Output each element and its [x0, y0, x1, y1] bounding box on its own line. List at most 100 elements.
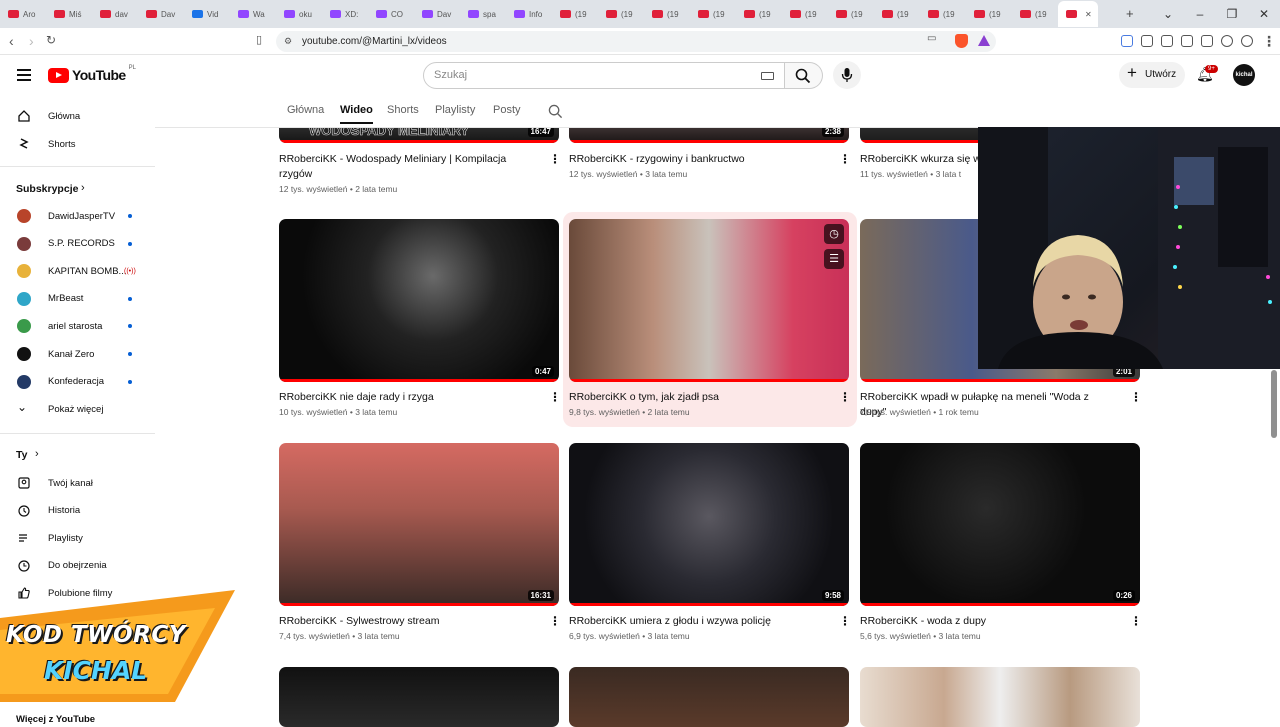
video-title[interactable]: RRoberciKK - woda z dupy — [860, 614, 1115, 629]
hamburger-menu-icon[interactable] — [17, 69, 31, 81]
sidebar-item-home[interactable]: Główna — [0, 103, 155, 129]
more-actions-icon[interactable]: ⋮ — [839, 615, 851, 627]
video-thumbnail[interactable]: 9:58 — [569, 443, 849, 606]
browser-tab[interactable]: (19 — [1012, 1, 1058, 27]
tab-playlists[interactable]: Playlisty — [435, 104, 475, 116]
sidebar-item-history[interactable]: Historia — [0, 498, 155, 524]
browser-tab[interactable]: (19 — [552, 1, 598, 27]
search-input[interactable]: Szukaj — [423, 62, 785, 89]
video-title[interactable]: RRoberciKK - Wodospady Meliniary | Kompi… — [279, 152, 534, 182]
video-thumbnail[interactable] — [860, 667, 1140, 727]
youtube-logo[interactable]: YouTube PL — [48, 65, 136, 83]
subscription-item[interactable]: Kanał Zero — [0, 341, 155, 367]
more-actions-icon[interactable]: ⋮ — [549, 391, 561, 403]
video-title[interactable]: RRoberciKK umiera z głodu i wzywa policj… — [569, 614, 824, 629]
video-title[interactable]: RRoberciKK o tym, jak zjadł psa — [569, 390, 824, 405]
chevron-right-icon[interactable]: › — [35, 448, 39, 460]
video-thumbnail[interactable]: ◷ ☰ — [569, 219, 849, 382]
tab-search-icon[interactable]: ⌄ — [1152, 7, 1184, 21]
browser-tab[interactable]: Aro — [0, 1, 46, 27]
back-icon[interactable]: ‹ — [9, 33, 14, 49]
show-more-button[interactable]: ⌄ Pokaż więcej — [0, 396, 155, 422]
you-heading[interactable]: Ty — [16, 449, 27, 461]
tab-videos[interactable]: Wideo — [340, 104, 373, 124]
browser-tab[interactable]: (19 — [874, 1, 920, 27]
subscription-item[interactable]: Konfederacja — [0, 369, 155, 395]
sidebar-item-channel[interactable]: Twój kanał — [0, 470, 155, 496]
chevron-right-icon[interactable]: › — [81, 182, 85, 194]
menu-icon[interactable]: ⋮ — [1262, 33, 1276, 50]
browser-tab[interactable]: Dav — [414, 1, 460, 27]
brave-shield-icon[interactable] — [955, 34, 968, 48]
video-thumbnail[interactable]: 0:26 — [860, 443, 1140, 606]
subscription-item[interactable]: S.P. RECORDS — [0, 231, 155, 257]
add-to-queue-icon[interactable]: ☰ — [824, 249, 844, 269]
media-icon[interactable] — [1161, 35, 1173, 47]
brave-rewards-icon[interactable] — [978, 35, 990, 46]
sidebar-item-watch-later[interactable]: Do obejrzenia — [0, 553, 155, 579]
restore-icon[interactable]: ❐ — [1216, 7, 1248, 21]
browser-tab[interactable]: (19 — [782, 1, 828, 27]
browser-tab[interactable]: dav — [92, 1, 138, 27]
leo-icon[interactable] — [1221, 35, 1233, 47]
browser-tab[interactable]: Dav — [138, 1, 184, 27]
video-thumbnail[interactable]: 16:47 WODOSPADY MELINIARY — [279, 128, 559, 143]
video-title[interactable]: RRoberciKK nie daje rady i rzyga — [279, 390, 534, 405]
more-actions-icon[interactable]: ⋮ — [549, 153, 561, 165]
cast-icon[interactable]: ▭ — [927, 33, 936, 44]
forward-icon[interactable]: › — [29, 33, 34, 49]
browser-tab[interactable]: XD: — [322, 1, 368, 27]
subscriptions-heading[interactable]: Subskrypcje — [16, 183, 78, 195]
browser-tab[interactable]: (19 — [828, 1, 874, 27]
keyboard-icon[interactable] — [761, 72, 774, 80]
more-actions-icon[interactable]: ⋮ — [839, 391, 851, 403]
video-title[interactable]: RRoberciKK - rzygowiny i bankructwo — [569, 152, 824, 167]
subscription-item[interactable]: KAPITAN BOMB... ((•)) — [0, 258, 155, 284]
address-bar[interactable]: ⚙ youtube.com/@Martini_lx/videos — [276, 31, 996, 52]
reload-icon[interactable]: ↻ — [46, 33, 56, 47]
channel-search-icon[interactable] — [548, 104, 563, 124]
video-thumbnail[interactable] — [569, 667, 849, 727]
voice-search-button[interactable] — [833, 61, 861, 89]
browser-tab[interactable]: ✕ — [1058, 1, 1098, 27]
close-window-icon[interactable]: ✕ — [1248, 7, 1280, 21]
account-avatar[interactable]: kichal — [1233, 64, 1255, 86]
browser-tab[interactable]: Info — [506, 1, 552, 27]
browser-tab[interactable]: CO — [368, 1, 414, 27]
video-thumbnail[interactable]: 16:31 — [279, 443, 559, 606]
browser-tab[interactable]: spa — [460, 1, 506, 27]
sidebar-item-playlist[interactable]: Playlisty — [0, 525, 155, 551]
translate-icon[interactable] — [1121, 35, 1133, 47]
page-scrollbar[interactable] — [1271, 370, 1277, 438]
more-actions-icon[interactable]: ⋮ — [839, 153, 851, 165]
video-thumbnail[interactable]: 0:47 — [279, 219, 559, 382]
browser-tab[interactable]: (19 — [966, 1, 1012, 27]
browser-tab[interactable]: (19 — [598, 1, 644, 27]
video-thumbnail[interactable]: 2:38 — [569, 128, 849, 143]
close-tab-icon[interactable]: ✕ — [1085, 10, 1092, 19]
site-info-icon[interactable]: ⚙ — [284, 31, 292, 52]
browser-tab[interactable]: oku — [276, 1, 322, 27]
tab-home[interactable]: Główna — [287, 104, 324, 116]
extensions-icon[interactable] — [1141, 35, 1153, 47]
more-actions-icon[interactable]: ⋮ — [1130, 391, 1142, 403]
subscription-item[interactable]: MrBeast — [0, 286, 155, 312]
wallet-icon[interactable] — [1201, 35, 1213, 47]
bookmark-icon[interactable]: ▯ — [256, 33, 262, 46]
browser-tab[interactable]: Miś — [46, 1, 92, 27]
browser-tab[interactable]: (19 — [736, 1, 782, 27]
browser-tab[interactable]: Wa — [230, 1, 276, 27]
new-tab-icon[interactable]: + — [1126, 6, 1134, 21]
vpn-icon[interactable] — [1241, 35, 1253, 47]
more-actions-icon[interactable]: ⋮ — [549, 615, 561, 627]
subscription-item[interactable]: DawidJasperTV — [0, 203, 155, 229]
watch-later-icon[interactable]: ◷ — [824, 224, 844, 244]
browser-tab[interactable]: (19 — [690, 1, 736, 27]
search-button[interactable] — [785, 62, 823, 89]
sidebar-item-shorts[interactable]: Shorts — [0, 131, 155, 157]
sidepanel-icon[interactable] — [1181, 35, 1193, 47]
tab-shorts[interactable]: Shorts — [387, 104, 419, 116]
browser-tab[interactable]: (19 — [644, 1, 690, 27]
subscription-item[interactable]: ariel starosta — [0, 313, 155, 339]
tab-posts[interactable]: Posty — [493, 104, 521, 116]
